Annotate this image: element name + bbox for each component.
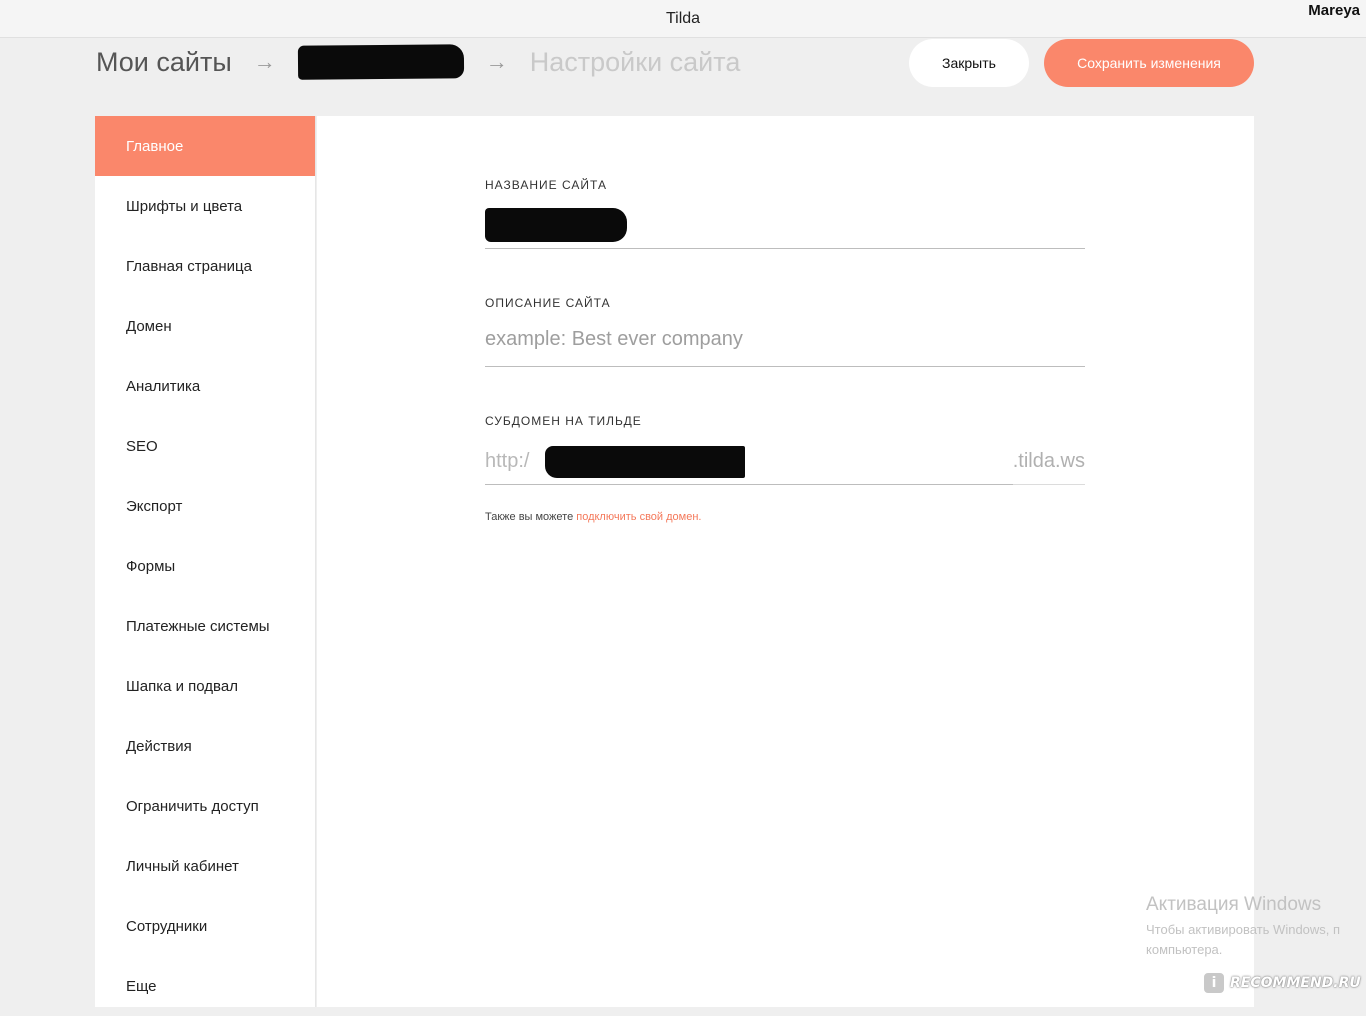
- connect-domain-link[interactable]: подключить свой домен.: [576, 511, 701, 523]
- watermark-title: Активация Windows: [1146, 894, 1322, 915]
- custom-domain-hint-text: Также вы можете: [485, 511, 577, 523]
- sidebar-item-more[interactable]: Еще: [95, 956, 315, 1016]
- settings-panel: НАЗВАНИЕ САЙТА ОПИСАНИЕ САЙТА СУБДОМЕН Н…: [317, 116, 1254, 1007]
- breadcrumb: Мои сайты → → Настройки сайта: [96, 42, 740, 82]
- sidebar-item-export[interactable]: Экспорт: [95, 476, 315, 536]
- recommend-logo: i RECOMMEND.RU: [1202, 968, 1361, 998]
- subdomain-label: СУБДОМЕН НА ТИЛЬДЕ: [485, 414, 642, 428]
- sidebar-item-fonts-colors[interactable]: Шрифты и цвета: [95, 176, 315, 236]
- window-title: Tilda: [665, 10, 701, 27]
- site-name-input-redacted[interactable]: [485, 208, 627, 242]
- sidebar-item-header-footer[interactable]: Шапка и подвал: [95, 656, 315, 716]
- breadcrumb-arrow-icon: →: [253, 49, 276, 74]
- windows-activation-watermark: Активация Windows Чтобы активировать Win…: [1146, 894, 1340, 960]
- sidebar-item-restrict-access[interactable]: Ограничить доступ: [95, 776, 315, 836]
- site-description-input[interactable]: [485, 328, 1085, 351]
- breadcrumb-current: Настройки сайта: [529, 46, 741, 77]
- custom-domain-hint: Также вы можете подключить свой домен.: [485, 511, 701, 523]
- site-description-label: ОПИСАНИЕ САЙТА: [485, 296, 611, 310]
- breadcrumb-arrow-icon: →: [485, 49, 508, 74]
- sidebar-item-payments[interactable]: Платежные системы: [95, 596, 315, 656]
- subdomain-suffix-underline: [1013, 484, 1085, 485]
- sidebar-item-analytics[interactable]: Аналитика: [95, 356, 315, 416]
- sidebar-item-employees[interactable]: Сотрудники: [95, 896, 315, 956]
- sidebar-item-forms[interactable]: Формы: [95, 536, 315, 596]
- sidebar-item-main[interactable]: Главное: [95, 116, 315, 176]
- subdomain-underline: [485, 484, 1013, 485]
- site-name-label: НАЗВАНИЕ САЙТА: [485, 178, 607, 192]
- save-changes-button[interactable]: Сохранить изменения: [1044, 39, 1254, 87]
- close-button[interactable]: Закрыть: [909, 39, 1029, 87]
- breadcrumb-site-redacted[interactable]: [297, 44, 464, 80]
- subdomain-suffix: .tilda.ws: [1012, 450, 1085, 472]
- window-titlebar: Tilda Mareya: [0, 0, 1366, 38]
- subdomain-field: СУБДОМЕН НА ТИЛЬДЕ http:/ .tilda.ws: [485, 414, 1085, 486]
- recommend-logo-icon: i: [1202, 971, 1226, 995]
- subdomain-prefix: http:/: [485, 450, 530, 472]
- sidebar-item-home-page[interactable]: Главная страница: [95, 236, 315, 296]
- settings-sidebar: Главное Шрифты и цвета Главная страница …: [95, 116, 316, 1007]
- watermark-line-2: Чтобы активировать Windows, п: [1146, 922, 1341, 937]
- sidebar-item-seo[interactable]: SEO: [95, 416, 315, 476]
- user-name: Mareya: [1308, 2, 1360, 19]
- sidebar-item-actions[interactable]: Действия: [95, 716, 315, 776]
- sidebar-item-personal-account[interactable]: Личный кабинет: [95, 836, 315, 896]
- sidebar-item-domain[interactable]: Домен: [95, 296, 315, 356]
- recommend-logo-text: RECOMMEND.RU: [1230, 975, 1361, 991]
- site-description-field: ОПИСАНИЕ САЙТА: [485, 296, 1085, 368]
- site-name-underline: [485, 248, 1085, 249]
- watermark-line-3: компьютера.: [1146, 942, 1223, 957]
- breadcrumb-my-sites[interactable]: Мои сайты: [96, 47, 232, 78]
- site-description-underline: [485, 366, 1085, 367]
- site-name-field: НАЗВАНИЕ САЙТА: [485, 178, 1085, 250]
- subdomain-input-redacted[interactable]: [545, 446, 745, 478]
